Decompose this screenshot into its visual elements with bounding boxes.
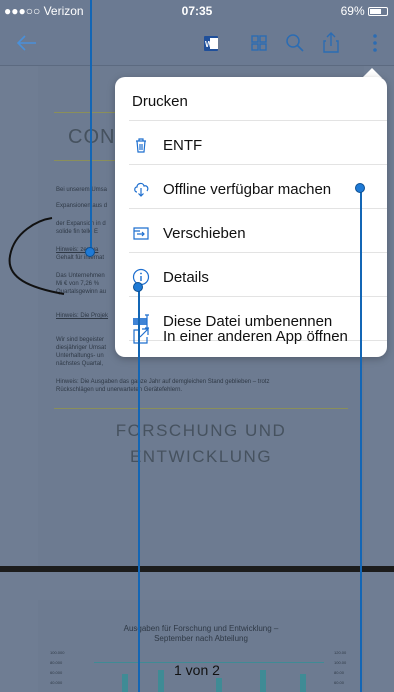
status-bar: ●●●○○ Verizon 07:35 69% bbox=[0, 0, 394, 20]
y-tick-right: 120.00 bbox=[334, 650, 347, 655]
menu-item-print[interactable]: Drucken bbox=[115, 81, 387, 121]
section-heading: FORSCHUNG UND bbox=[115, 421, 287, 440]
annotation-dot bbox=[355, 183, 365, 193]
doc-text-line: Unterhaltungs- un bbox=[56, 353, 104, 359]
battery-status: 69% bbox=[341, 4, 388, 18]
svg-text:W: W bbox=[205, 40, 213, 49]
section-heading: ENTWICKLUNG bbox=[129, 447, 273, 466]
menu-item-delete[interactable]: ENTF bbox=[115, 125, 387, 165]
y-tick-left: 100.000 bbox=[50, 650, 65, 655]
y-tick-left: 60.000 bbox=[50, 670, 63, 675]
menu-item-label: Verschieben bbox=[163, 225, 246, 242]
chart-title: Ausgaben für Forschung und Entwicklung –… bbox=[38, 624, 364, 644]
annotation-dot bbox=[133, 282, 143, 292]
chart-title-line: September nach Abteilung bbox=[154, 634, 248, 643]
divider bbox=[54, 408, 348, 409]
doc-text-line: Hinweis: Die Projek bbox=[56, 313, 109, 319]
back-arrow-icon[interactable] bbox=[12, 28, 42, 58]
menu-separator bbox=[129, 164, 387, 165]
doc-text-line: nächstes Quartal, bbox=[56, 361, 104, 367]
y-tick-left: 40.000 bbox=[50, 680, 63, 685]
menu-item-open-in-app[interactable]: In einer anderen App öffnen bbox=[115, 320, 387, 356]
menu-separator bbox=[129, 296, 387, 297]
annotation-line bbox=[138, 287, 140, 692]
annotation-dot bbox=[85, 247, 95, 257]
word-icon[interactable]: W bbox=[196, 28, 226, 58]
annotation-line bbox=[90, 0, 92, 254]
grid-icon[interactable] bbox=[244, 28, 274, 58]
page-indicator: 1 von 2 bbox=[174, 662, 220, 678]
chart-title-line: Ausgaben für Forschung und Entwicklung – bbox=[123, 624, 279, 633]
annotation-line bbox=[360, 192, 362, 692]
chart-page: Ausgaben für Forschung und Entwicklung –… bbox=[38, 600, 364, 692]
y-tick-right: 60.00 bbox=[334, 680, 345, 685]
menu-separator bbox=[129, 120, 387, 121]
page-separator bbox=[0, 566, 394, 572]
chart-bar bbox=[216, 678, 222, 692]
search-icon[interactable] bbox=[280, 28, 310, 58]
menu-item-move[interactable]: Verschieben bbox=[115, 213, 387, 253]
more-icon[interactable] bbox=[360, 28, 390, 58]
doc-text-line: Expansionen aus d bbox=[56, 203, 108, 209]
menu-item-label: Details bbox=[163, 269, 209, 286]
doc-text-line: Bei unserem Umsa bbox=[56, 187, 108, 193]
menu-item-label: Offline verfügbar machen bbox=[163, 181, 332, 198]
menu-item-label: ENTF bbox=[163, 137, 203, 154]
ink-annotation bbox=[8, 217, 65, 295]
move-icon bbox=[131, 223, 151, 243]
menu-separator bbox=[129, 252, 387, 253]
doc-text-line: diesjähriger Umsat bbox=[56, 345, 107, 351]
battery-percent: 69% bbox=[340, 4, 365, 18]
menu-separator bbox=[129, 208, 387, 209]
doc-text-line: Rückschlägen und unerwarteten Gerätefehl… bbox=[56, 387, 183, 393]
menu-item-label: Drucken bbox=[132, 93, 188, 110]
open-in-app-icon bbox=[131, 326, 151, 346]
doc-text-line: Hinweis: Die Ausgaben das ganze Jahr auf… bbox=[56, 379, 270, 385]
chart-bar bbox=[300, 674, 306, 692]
y-tick-right: 80.00 bbox=[334, 670, 345, 675]
cloud-download-icon bbox=[131, 179, 151, 199]
more-options-menu: Drucken ENTF Offline verfügbar machen Ve… bbox=[115, 77, 387, 357]
chart-bar bbox=[122, 674, 128, 692]
menu-item-details[interactable]: Details bbox=[115, 257, 387, 297]
menu-item-label: In einer anderen App öffnen bbox=[163, 328, 348, 345]
share-icon[interactable] bbox=[316, 28, 346, 58]
trash-icon bbox=[131, 135, 151, 155]
clock: 07:35 bbox=[181, 4, 213, 18]
chart-bar bbox=[260, 670, 266, 692]
chart-bar bbox=[158, 670, 164, 692]
y-tick-left: 80.000 bbox=[50, 660, 63, 665]
doc-text-line: Wir sind begeister bbox=[56, 337, 105, 343]
top-toolbar: W bbox=[0, 20, 394, 66]
battery-icon bbox=[368, 7, 388, 16]
menu-item-offline[interactable]: Offline verfügbar machen bbox=[115, 169, 387, 209]
y-tick-right: 100.00 bbox=[334, 660, 347, 665]
